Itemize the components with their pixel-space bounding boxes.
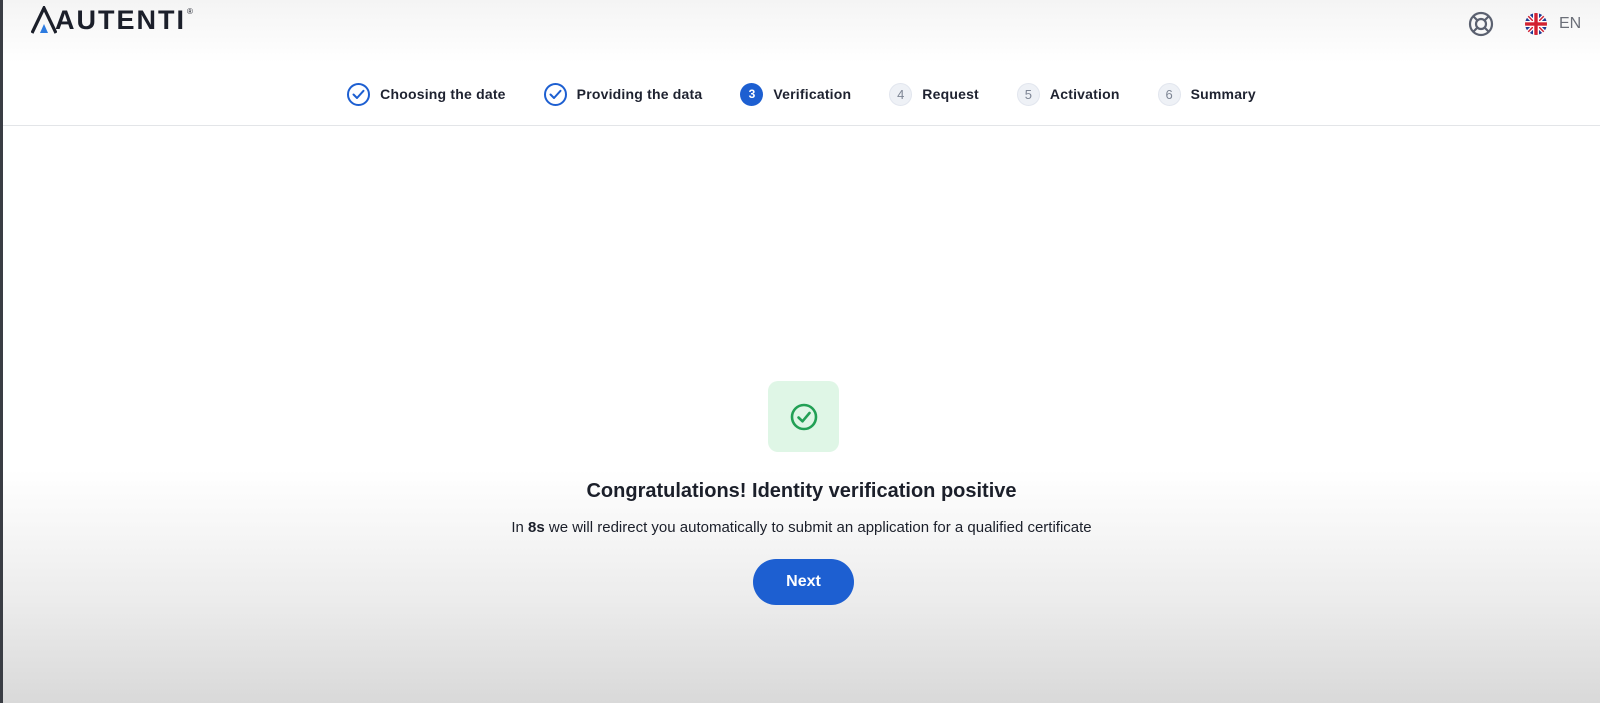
step-verification[interactable]: 3 Verification [740,82,852,106]
countdown-value: 8s [528,519,545,536]
uk-flag-icon [1525,13,1547,35]
step-number: 5 [1016,82,1040,106]
redirect-suffix: we will redirect you automatically to su… [544,519,1092,536]
step-label: Activation [1049,86,1120,102]
page-title: Congratulations! Identity verification p… [586,480,1017,502]
language-selector[interactable]: EN [1525,12,1581,36]
check-circle-icon [790,403,817,430]
language-label: EN [1559,15,1582,32]
step-number: 6 [1157,82,1181,106]
step-label: Request [922,86,979,102]
step-label: Choosing the date [380,86,506,102]
autenti-logo[interactable]: AUTENTI ® [31,6,193,36]
check-circle-icon [347,82,371,106]
logo-mark-icon [31,6,57,34]
check-circle-icon [543,82,567,106]
redirect-prefix: In [511,519,529,536]
step-request[interactable]: 4 Request [889,82,979,106]
step-choosing-the-date[interactable]: Choosing the date [347,82,506,106]
step-label: Providing the data [576,86,703,102]
logo-registered-mark: ® [187,7,193,16]
lifebuoy-icon[interactable] [1468,11,1494,37]
progress-stepper: Choosing the date Providing the data 3 V… [3,63,1600,126]
step-number: 4 [889,82,913,106]
step-label: Summary [1190,86,1256,102]
logo-text: AUTENTI [55,5,186,35]
top-bar: AUTENTI ® EN [3,0,1600,63]
app-window: AUTENTI ® EN Choosing the date Providing… [3,0,1600,703]
step-activation[interactable]: 5 Activation [1016,82,1120,106]
step-label: Verification [773,86,852,102]
next-button[interactable]: Next [753,559,854,605]
step-number: 3 [740,82,764,106]
success-tile [768,381,839,452]
redirect-message: In 8s we will redirect you automatically… [3,519,1600,536]
step-summary[interactable]: 6 Summary [1157,82,1256,106]
step-providing-the-data[interactable]: Providing the data [543,82,703,106]
